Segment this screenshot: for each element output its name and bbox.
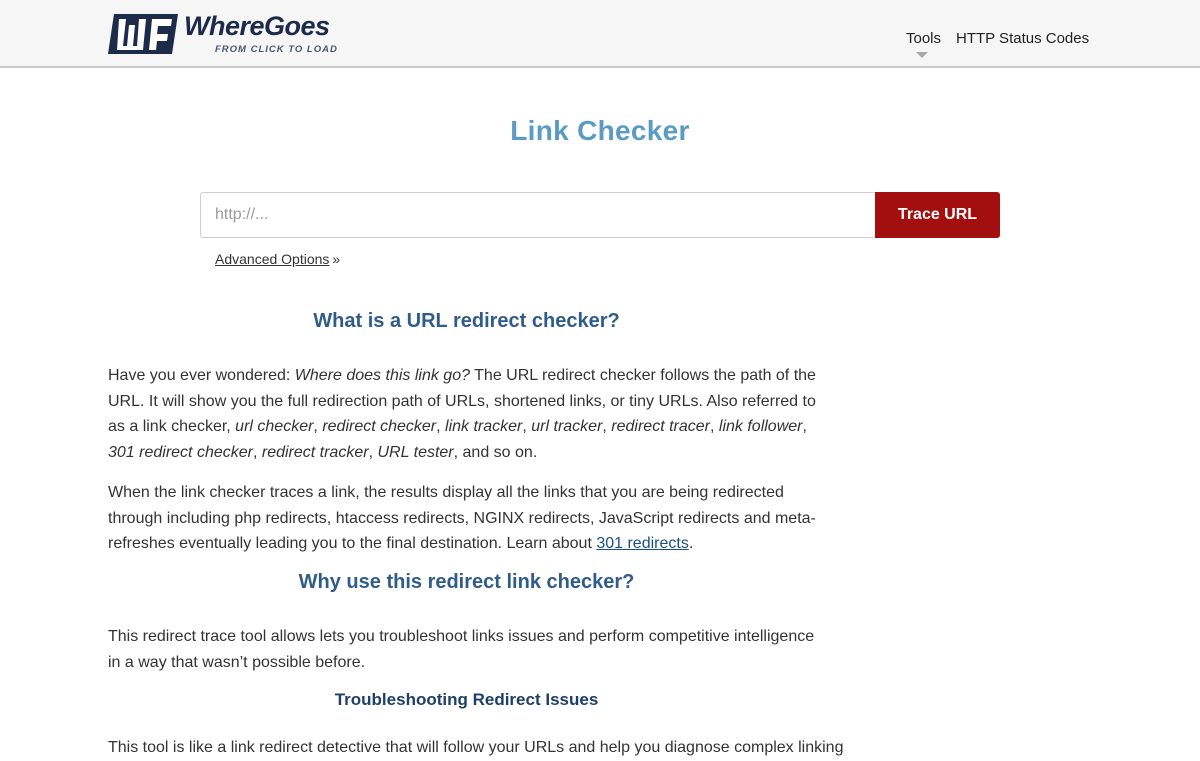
paragraph-troubleshooting: This tool is like a link redirect detect… (108, 739, 844, 756)
paragraph-intro: Have you ever wondered: Where does this … (108, 367, 816, 461)
url-input[interactable] (200, 192, 876, 238)
heading-why-use: Why use this redirect link checker? (298, 571, 635, 593)
logo-wordmark: WhereGoes (184, 11, 330, 41)
nav-http-status-codes[interactable]: HTTP Status Codes (956, 30, 1089, 47)
site-header: WhereGoes FROM CLICK TO LOAD Tools HTTP … (0, 0, 1200, 68)
advanced-options-link[interactable]: Advanced Options (215, 251, 329, 267)
tools-dropdown-icon (916, 52, 928, 58)
paragraph-how-it-works: When the link checker traces a link, the… (108, 484, 816, 553)
page-title: Link Checker (510, 115, 690, 146)
heading-troubleshooting: Troubleshooting Redirect Issues (334, 690, 599, 709)
trace-url-button[interactable]: Trace URL (875, 192, 1000, 238)
nav-tools[interactable]: Tools (906, 30, 941, 47)
paragraph-why: This redirect trace tool allows lets you… (108, 628, 815, 671)
advanced-options: Advanced Options» (215, 251, 340, 267)
301-redirects-link[interactable]: 301 redirects (596, 535, 689, 552)
wg-logo-icon (108, 14, 178, 54)
chevron-right-icon: » (332, 251, 341, 267)
logo-tagline: FROM CLICK TO LOAD (215, 44, 338, 55)
heading-what-is-redirect-checker: What is a URL redirect checker? (313, 310, 620, 332)
